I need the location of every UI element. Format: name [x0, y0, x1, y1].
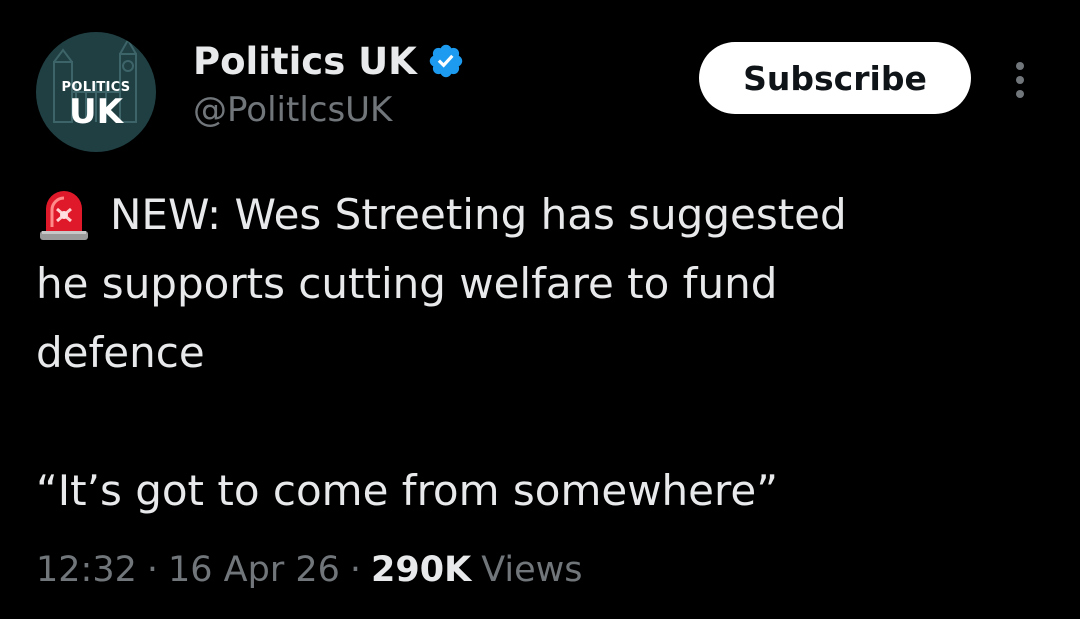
tweet-meta: 12:32 · 16 Apr 26 · 290K Views [36, 550, 583, 590]
tweet-card: POLITICS UK Politics UK @PolitlcsUK Subs… [0, 0, 1080, 619]
tweet-line: he supports cutting welfare to fund [36, 249, 1046, 318]
police-siren-icon [36, 187, 92, 243]
views-count[interactable]: 290K [371, 550, 471, 590]
tweet-line-text: defence [36, 328, 205, 377]
tweet-line-text: he supports cutting welfare to fund [36, 259, 778, 308]
meta-separator: · [146, 550, 159, 590]
tweet-quote-line: “It’s got to come from somewhere” [36, 456, 1046, 525]
subscribe-button[interactable]: Subscribe [699, 42, 971, 114]
verified-badge-icon[interactable] [427, 42, 465, 80]
display-name[interactable]: Politics UK [193, 40, 417, 83]
tweet-line: defence [36, 318, 1046, 387]
tweet-line-text: NEW: Wes Streeting has suggested [110, 190, 847, 239]
tweet-line: NEW: Wes Streeting has suggested [36, 180, 1046, 249]
tweet-quote-text: “It’s got to come from somewhere” [36, 466, 778, 515]
meta-separator: · [349, 550, 362, 590]
tweet-time[interactable]: 12:32 [36, 550, 137, 590]
tweet-text: NEW: Wes Streeting has suggested he supp… [36, 180, 1046, 525]
account-handle[interactable]: @PolitlcsUK [193, 90, 392, 130]
tweet-date[interactable]: 16 Apr 26 [168, 550, 340, 590]
more-vertical-icon[interactable] [1004, 58, 1036, 102]
avatar[interactable]: POLITICS UK [36, 32, 156, 152]
views-label: Views [481, 550, 583, 590]
avatar-logo-big-text: UK [69, 92, 123, 132]
name-row: Politics UK [193, 36, 465, 86]
